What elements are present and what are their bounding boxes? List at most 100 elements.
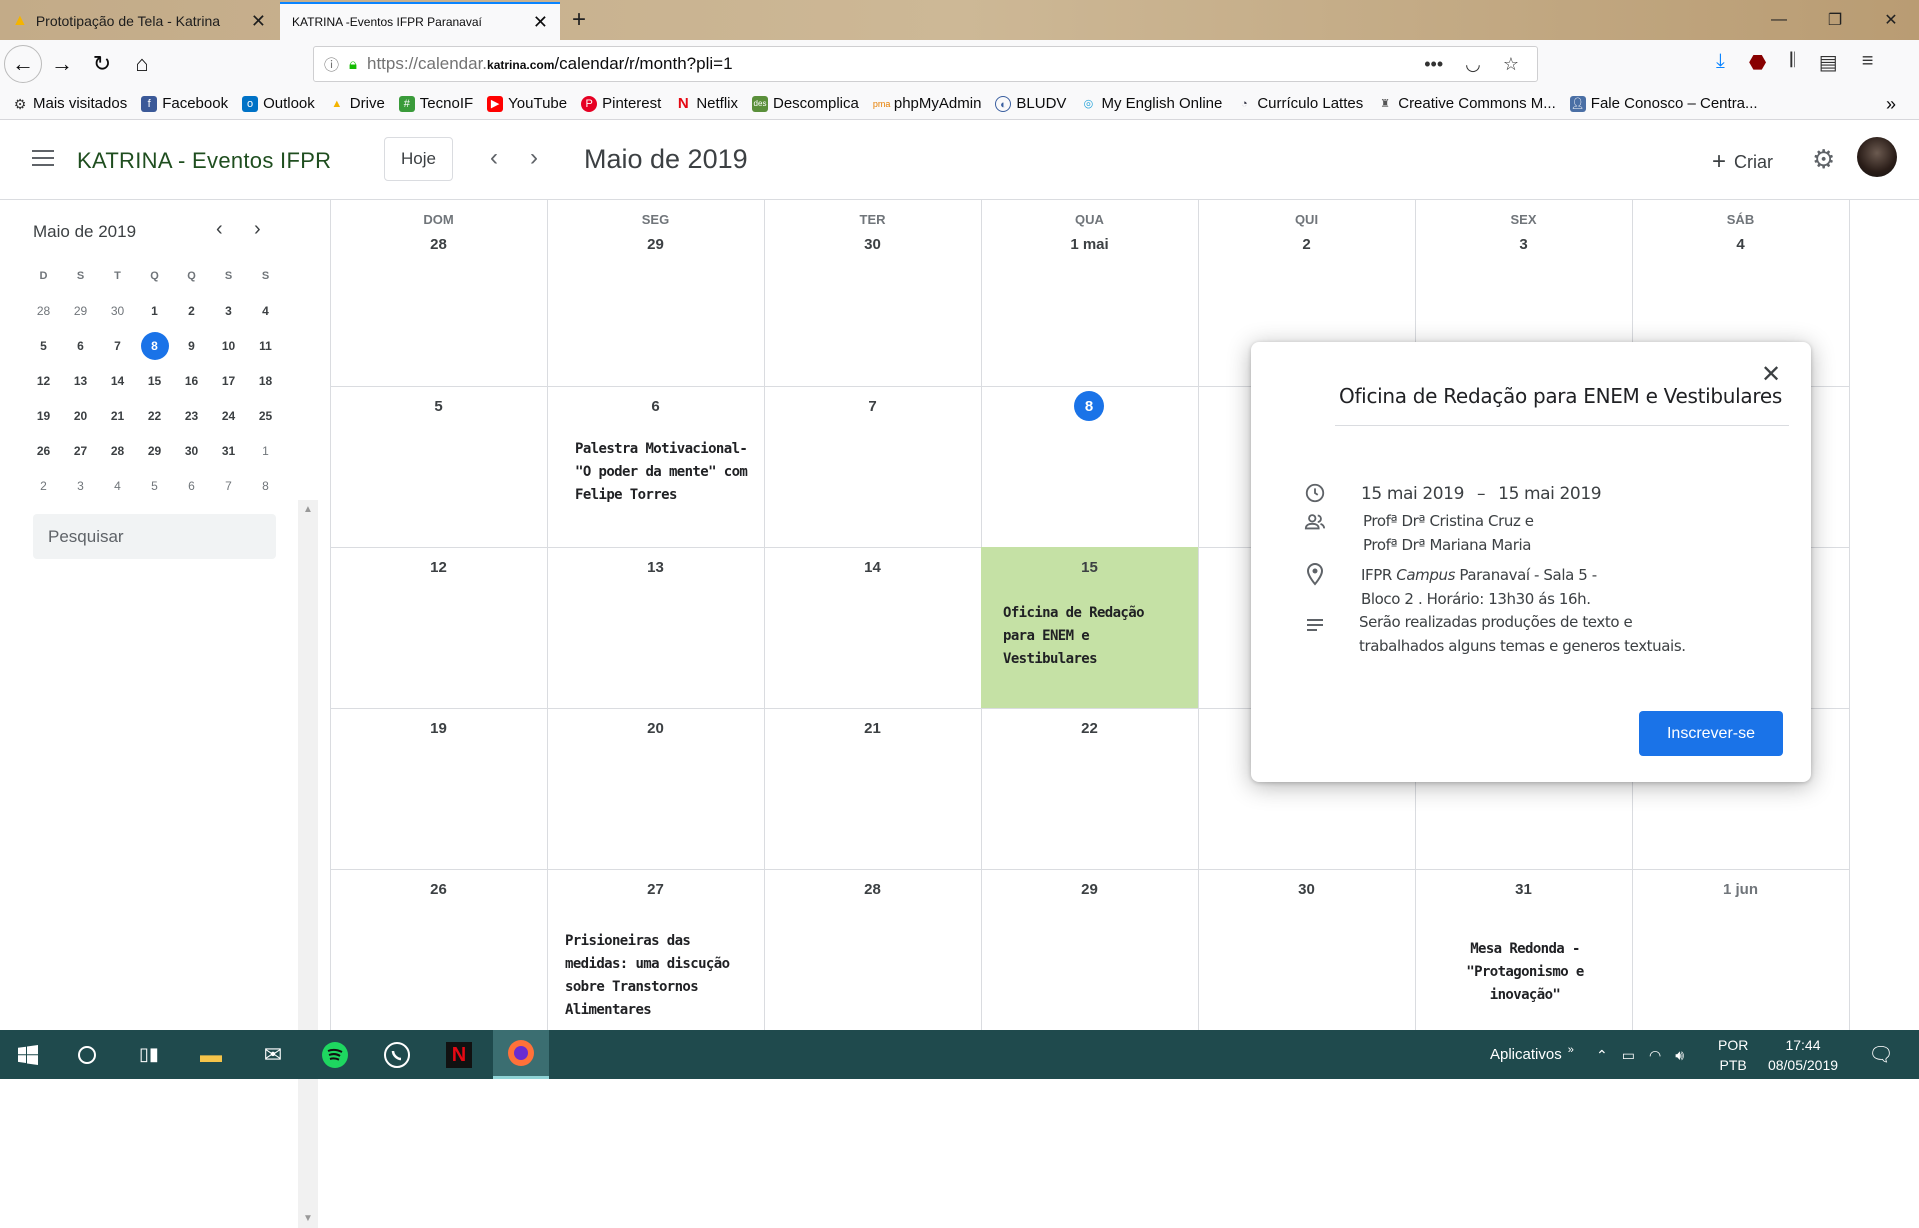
bookmark-netflix[interactable]: N Netflix (675, 95, 738, 112)
day-number[interactable]: 28 (330, 236, 547, 253)
mini-day[interactable]: 4 (99, 479, 136, 493)
day-number[interactable]: 21 (764, 720, 981, 737)
mini-day[interactable]: 12 (25, 374, 62, 388)
prev-month-icon[interactable]: ‹ (490, 144, 498, 172)
mini-day[interactable]: 28 (99, 444, 136, 458)
windows-start-icon[interactable] (0, 1030, 56, 1079)
close-tab-icon[interactable]: ✕ (251, 11, 266, 32)
mini-day[interactable]: 19 (25, 409, 62, 423)
mini-day[interactable]: 29 (136, 444, 173, 458)
pocket-icon[interactable]: ◡ (1465, 54, 1481, 75)
event-prisioneiras-das-medidas[interactable]: Prisioneiras das medidas: uma discução s… (565, 930, 755, 1022)
info-icon[interactable]: ⓘ (324, 54, 339, 75)
mini-day[interactable]: 22 (136, 409, 173, 423)
tab-prototipacao[interactable]: ▲ Prototipação de Tela - Katrina ✕ (0, 2, 278, 40)
mini-day[interactable]: 10 (210, 339, 247, 353)
day-number[interactable]: 1 mai (981, 236, 1198, 253)
bookmark-outlook[interactable]: o Outlook (242, 95, 315, 112)
clock[interactable]: 17:44 08/05/2019 (1763, 1030, 1843, 1079)
bookmark-star-icon[interactable]: ☆ (1503, 54, 1519, 75)
event-oficina-redacao[interactable]: Oficina de Redação para ENEM e Vestibula… (1003, 602, 1178, 671)
tab-katrina[interactable]: KATRINA -Eventos IFPR Paranavaí ✕ (280, 2, 560, 40)
bookmark-tecnoif[interactable]: # TecnoIF (398, 95, 473, 112)
mini-prev-icon[interactable]: ‹ (216, 218, 223, 241)
bookmark-phpmyadmin[interactable]: pma phpMyAdmin (873, 95, 982, 112)
day-number[interactable]: 2 (1198, 236, 1415, 253)
mini-day[interactable]: 5 (136, 479, 173, 493)
next-month-icon[interactable]: › (530, 144, 538, 172)
mini-day[interactable]: 24 (210, 409, 247, 423)
day-number[interactable]: 26 (330, 881, 547, 898)
mini-day[interactable]: 2 (173, 304, 210, 318)
mini-day[interactable]: 16 (173, 374, 210, 388)
mini-day[interactable]: 17 (210, 374, 247, 388)
netflix-icon[interactable]: N (434, 1030, 484, 1079)
battery-icon[interactable]: ▭ (1622, 1045, 1635, 1065)
mail-icon[interactable]: ✉ (248, 1030, 298, 1079)
mini-day[interactable]: 13 (62, 374, 99, 388)
create-button[interactable]: + Criar (1712, 148, 1773, 176)
minimize-icon[interactable]: — (1751, 0, 1807, 40)
whatsapp-icon[interactable] (372, 1030, 422, 1079)
mini-day[interactable]: 30 (173, 444, 210, 458)
day-number[interactable]: 15 (981, 559, 1198, 576)
back-icon[interactable]: ← (4, 45, 42, 83)
mini-day[interactable]: 8 (247, 479, 284, 493)
download-icon[interactable]: ⤓ (1716, 50, 1725, 75)
day-number[interactable]: 13 (547, 559, 764, 576)
mini-day[interactable]: 20 (62, 409, 99, 423)
home-icon[interactable]: ⌂ (122, 44, 162, 84)
day-number[interactable]: 29 (981, 881, 1198, 898)
notification-center-icon[interactable]: 🗨︎ (1856, 1030, 1906, 1079)
mini-day[interactable]: 28 (25, 304, 62, 318)
wifi-icon[interactable]: ◠ (1649, 1045, 1661, 1065)
volume-icon[interactable]: 🔊︎ (1675, 1045, 1684, 1065)
mini-day[interactable]: 4 (247, 304, 284, 318)
bookmark-my-english-online[interactable]: ◎ My English Online (1080, 95, 1223, 112)
day-number[interactable]: 28 (764, 881, 981, 898)
ublock-icon[interactable]: ⬣ (1749, 50, 1766, 75)
mini-day[interactable]: 30 (99, 304, 136, 318)
bookmark-descomplica[interactable]: des Descomplica (752, 95, 859, 112)
library-icon[interactable]: 𝄃 (1790, 50, 1794, 75)
day-number-today[interactable]: 8 (1074, 391, 1104, 421)
mini-day-today[interactable]: 8 (136, 331, 173, 360)
today-button[interactable]: Hoje (384, 137, 453, 181)
mini-day[interactable]: 21 (99, 409, 136, 423)
menu-icon[interactable]: ≡ (1862, 50, 1874, 75)
event-palestra-motivacional[interactable]: Palestra Motivacional- "O poder da mente… (575, 438, 755, 507)
bookmark-curriculo-lattes[interactable]: ◔ Currículo Lattes (1236, 95, 1363, 112)
sidebar-toggle-icon[interactable]: ▤ (1819, 50, 1838, 75)
bookmark-fale-conosco[interactable]: 👤︎ Fale Conosco – Centra... (1569, 95, 1758, 112)
url-bar[interactable]: ⓘ 🔒︎ https://calendar.katrina.com/calend… (313, 46, 1538, 82)
bookmark-facebook[interactable]: f Facebook (141, 95, 228, 112)
day-number[interactable]: 5 (330, 398, 547, 415)
close-window-icon[interactable]: ✕ (1863, 0, 1919, 40)
language-indicator[interactable]: POR PTB (1718, 1030, 1748, 1079)
settings-gear-icon[interactable]: ⚙ (1812, 144, 1835, 175)
reload-icon[interactable]: ↻ (82, 44, 122, 84)
forward-icon[interactable]: → (42, 44, 82, 84)
day-number[interactable]: 27 (547, 881, 764, 898)
bookmark-youtube[interactable]: ▶ YouTube (487, 95, 567, 112)
day-number[interactable]: 31 (1415, 881, 1632, 898)
mini-day[interactable]: 26 (25, 444, 62, 458)
mini-day[interactable]: 3 (62, 479, 99, 493)
mini-day[interactable]: 6 (62, 339, 99, 353)
mini-day[interactable]: 7 (210, 479, 247, 493)
cortana-search-icon[interactable] (62, 1030, 112, 1079)
new-tab-icon[interactable]: + (572, 6, 586, 34)
mini-day[interactable]: 7 (99, 339, 136, 353)
spotify-icon[interactable] (310, 1030, 360, 1079)
day-number[interactable]: 14 (764, 559, 981, 576)
mini-day[interactable]: 6 (173, 479, 210, 493)
mini-day[interactable]: 11 (247, 339, 284, 353)
file-explorer-icon[interactable]: ▬ (186, 1030, 236, 1079)
day-number[interactable]: 20 (547, 720, 764, 737)
day-number[interactable]: 4 (1632, 236, 1849, 253)
day-number[interactable]: 30 (1198, 881, 1415, 898)
sidebar-scrollbar[interactable]: ▲ ▼ (298, 500, 318, 1228)
mini-day[interactable]: 15 (136, 374, 173, 388)
day-number[interactable]: 6 (547, 398, 764, 415)
bookmark-drive[interactable]: ▲ Drive (329, 95, 384, 112)
